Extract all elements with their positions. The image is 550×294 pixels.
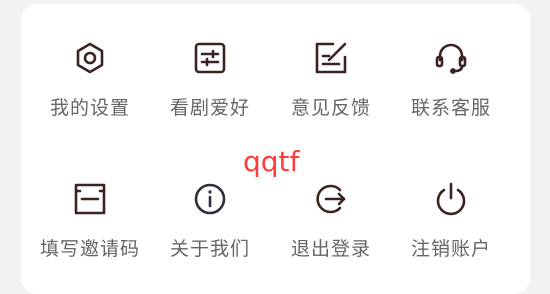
watermark-text: qqtf: [243, 145, 300, 178]
sliders-icon: [192, 40, 228, 76]
power-icon: [433, 181, 469, 217]
feedback-label: 意见反馈: [290, 97, 371, 119]
gear-icon: [72, 40, 108, 76]
feedback-item[interactable]: 意见反馈: [271, 40, 391, 150]
customer-service-item[interactable]: 联系客服: [391, 40, 511, 150]
edit-note-icon: [313, 40, 349, 76]
viewing-preferences-item[interactable]: 看剧爱好: [150, 40, 270, 150]
delete-account-label: 注销账户: [410, 238, 491, 260]
my-settings-label: 我的设置: [49, 97, 130, 119]
logout-label: 退出登录: [290, 238, 371, 260]
customer-service-label: 联系客服: [410, 97, 491, 119]
invite-code-label: 填写邀请码: [39, 238, 140, 260]
about-us-label: 关于我们: [169, 238, 250, 260]
logout-icon: [313, 181, 349, 217]
viewing-preferences-label: 看剧爱好: [169, 97, 250, 119]
headset-icon: [433, 40, 469, 76]
info-icon: [192, 181, 228, 217]
invite-code-icon: [72, 181, 108, 217]
my-settings-item[interactable]: 我的设置: [30, 40, 150, 150]
